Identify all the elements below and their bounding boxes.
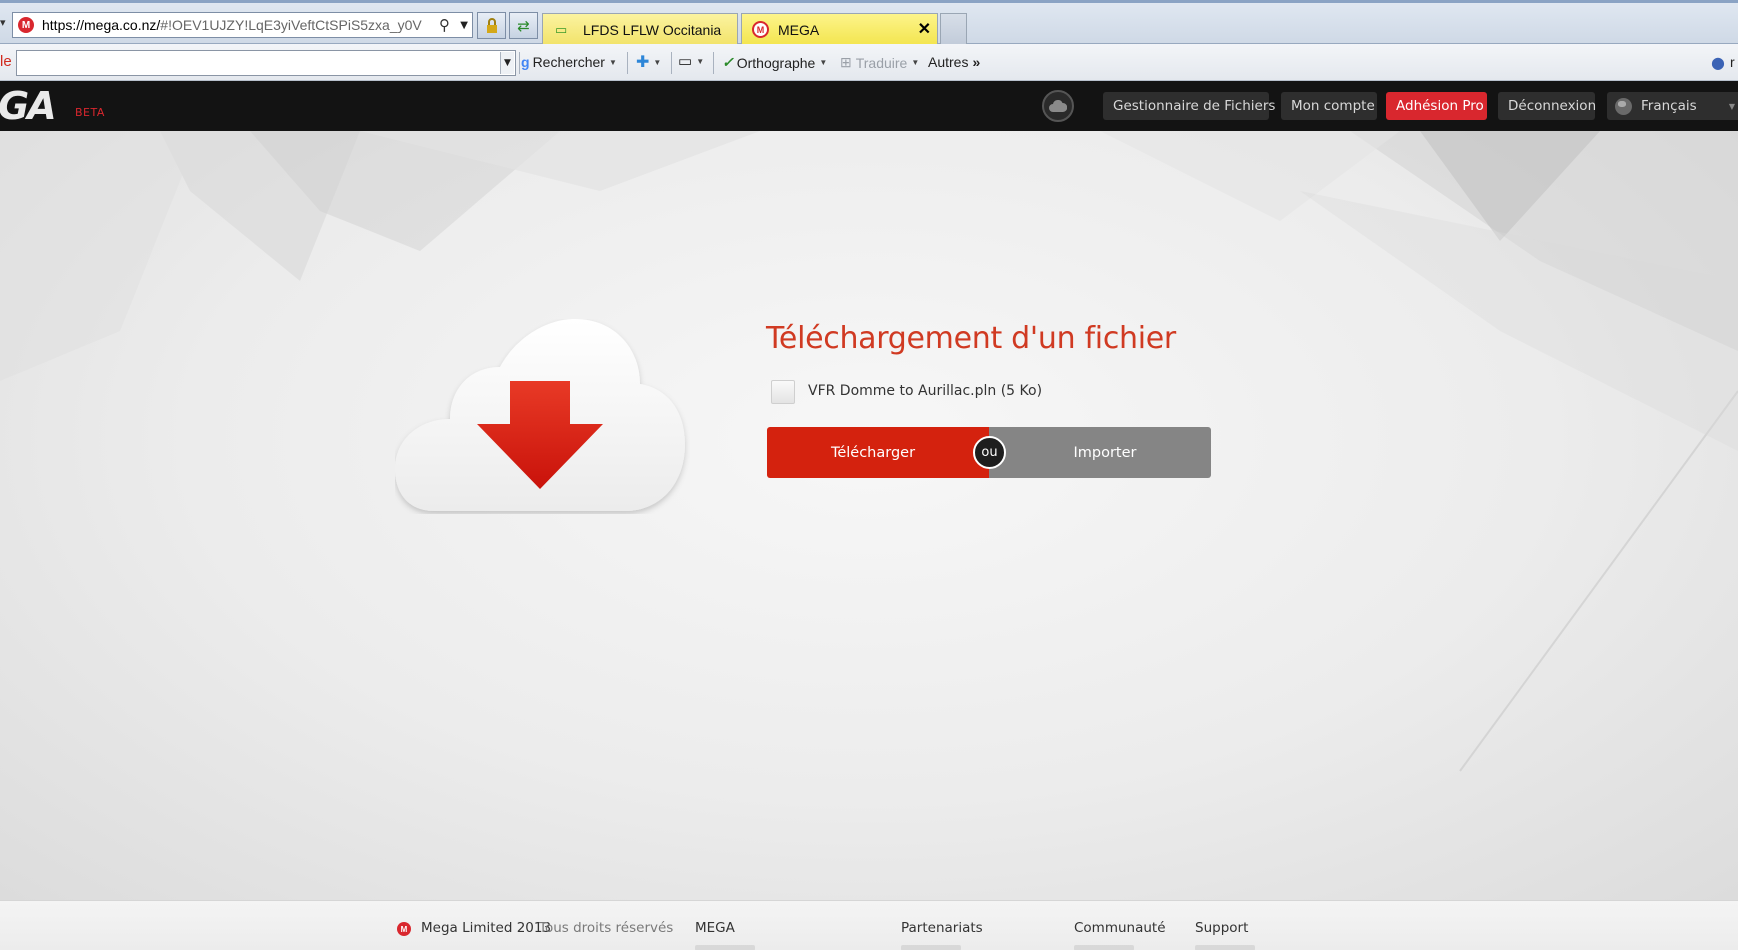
footer-link-mega[interactable]: MEGA bbox=[695, 920, 735, 936]
chevron-down-icon: ▼ bbox=[1728, 102, 1735, 111]
mega-logo[interactable]: GA bbox=[0, 84, 57, 128]
footer: M Mega Limited 2013 Tous droits réservés… bbox=[0, 900, 1738, 950]
spellcheck-button[interactable]: ✓ Orthographe ▼ bbox=[722, 54, 827, 71]
site-header: GA BETA Gestionnaire de Fichiers Mon com… bbox=[0, 81, 1738, 131]
download-page: Téléchargement d'un fichier VFR Domme to… bbox=[0, 131, 1738, 900]
language-label: Français bbox=[1641, 98, 1697, 114]
browser-tab-bar: ▾ M https://mega.co.nz/#!OEV1UJZY!LqE3yi… bbox=[0, 0, 1738, 45]
globe-icon bbox=[1615, 97, 1632, 115]
file-manager-button[interactable]: Gestionnaire de Fichiers bbox=[1103, 92, 1275, 120]
language-selector[interactable]: Français ▼ bbox=[1607, 92, 1738, 120]
address-bar[interactable]: M https://mega.co.nz/#!OEV1UJZY!LqE3yiVe… bbox=[12, 12, 473, 38]
footer-sublink[interactable] bbox=[1195, 945, 1255, 950]
search-icon[interactable]: ⚲ bbox=[439, 16, 450, 34]
my-account-button[interactable]: Mon compte bbox=[1281, 92, 1377, 120]
pro-membership-button[interactable]: Adhésion Pro bbox=[1386, 92, 1487, 120]
footer-link-community[interactable]: Communauté bbox=[1074, 920, 1166, 936]
divider bbox=[519, 52, 520, 74]
page-title: Téléchargement d'un fichier bbox=[766, 321, 1176, 356]
footer-link-partners[interactable]: Partenariats bbox=[901, 920, 983, 936]
mega-favicon-icon: M bbox=[18, 17, 34, 33]
logout-button[interactable]: Déconnexion bbox=[1498, 92, 1596, 120]
translate-icon: ⊞ bbox=[840, 54, 852, 70]
more-button[interactable]: Autres» bbox=[928, 54, 980, 70]
tab-lfds[interactable]: ▭ LFDS LFLW Occitania bbox=[542, 13, 738, 45]
tab-label: MEGA bbox=[778, 21, 820, 38]
download-button[interactable]: Télécharger bbox=[767, 427, 989, 478]
lock-icon[interactable] bbox=[477, 12, 506, 39]
chevron-down-icon[interactable]: ▼ bbox=[460, 20, 468, 31]
import-button[interactable]: Importer bbox=[989, 427, 1211, 478]
new-tab-button[interactable] bbox=[940, 13, 967, 45]
copyright-text: Mega Limited 2013 bbox=[421, 920, 552, 936]
footer-link-support[interactable]: Support bbox=[1195, 920, 1248, 936]
chevron-left-icon[interactable]: ▾ bbox=[0, 16, 6, 29]
address-url[interactable]: https://mega.co.nz/#!OEV1UJZY!LqE3yiVeft… bbox=[42, 17, 422, 33]
google-icon: g bbox=[521, 54, 530, 70]
beta-badge: BETA bbox=[75, 106, 105, 119]
file-checkbox[interactable] bbox=[771, 380, 795, 404]
toolbar-brand: le bbox=[0, 53, 12, 70]
cloud-download-icon bbox=[395, 319, 685, 511]
cloud-icon[interactable] bbox=[1042, 90, 1074, 122]
background-decoration bbox=[0, 131, 1738, 772]
tab-label: LFDS LFLW Occitania bbox=[583, 21, 722, 38]
footer-sublink[interactable] bbox=[695, 945, 755, 950]
divider bbox=[713, 52, 714, 74]
mega-logo-icon: M bbox=[397, 922, 411, 936]
mega-icon: M bbox=[752, 21, 769, 38]
or-separator: ou bbox=[973, 436, 1006, 469]
divider bbox=[627, 52, 628, 74]
user-label[interactable]: r bbox=[1730, 54, 1735, 70]
double-chevron-icon: » bbox=[972, 54, 981, 70]
user-icon[interactable]: ● bbox=[1711, 53, 1725, 72]
refresh-icon[interactable]: ⇄ bbox=[509, 12, 538, 39]
file-name: VFR Domme to Aurillac.pln (5 Ko) bbox=[808, 383, 1043, 399]
toolbar-search-input[interactable]: ▼ bbox=[16, 50, 516, 76]
speech-bubble-icon: ▭ bbox=[555, 21, 568, 37]
plus-icon[interactable]: ✚ ▼ bbox=[636, 52, 661, 72]
search-toolbar: le ▼ g Rechercher ▼ ✚ ▼ ▭ ▼ ✓ Orthographe ▼ ⊞ T… bbox=[0, 44, 1738, 81]
footer-sublink[interactable] bbox=[1074, 945, 1134, 950]
monitor-icon[interactable]: ▭ ▼ bbox=[678, 52, 704, 70]
close-icon[interactable]: ✕ bbox=[918, 19, 931, 39]
rights-text: Tous droits réservés bbox=[539, 920, 674, 936]
chevron-down-icon[interactable]: ▼ bbox=[500, 52, 514, 74]
footer-sublink[interactable] bbox=[901, 945, 961, 950]
tab-mega[interactable]: M MEGA ✕ bbox=[741, 13, 938, 45]
translate-button[interactable]: ⊞ Traduire ▼ bbox=[840, 54, 919, 71]
spellcheck-icon: ✓ bbox=[722, 54, 734, 70]
divider bbox=[671, 52, 672, 74]
search-button[interactable]: g Rechercher ▼ bbox=[521, 54, 617, 70]
